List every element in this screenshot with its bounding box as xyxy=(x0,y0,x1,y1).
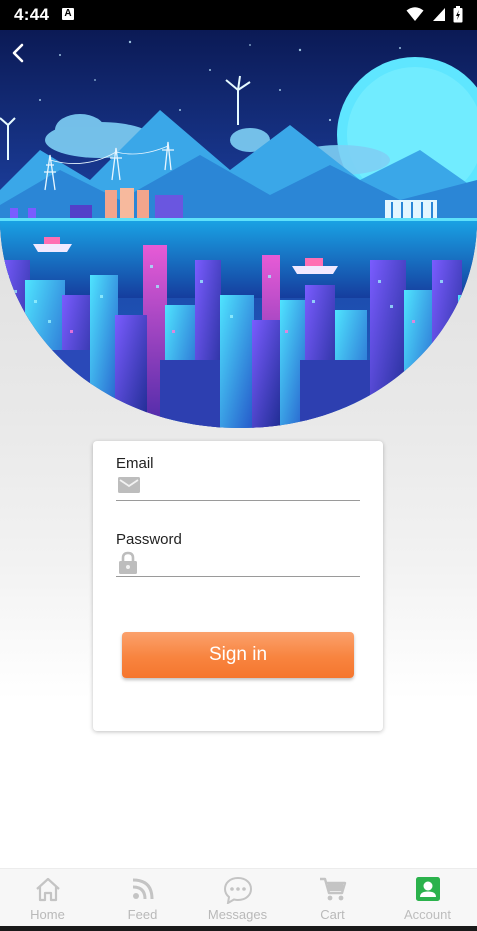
nav-label-account: Account xyxy=(404,907,451,922)
wifi-icon xyxy=(406,7,424,21)
city-illustration xyxy=(0,30,477,428)
chat-icon xyxy=(223,876,252,904)
password-field[interactable] xyxy=(116,549,360,577)
lock-icon xyxy=(119,551,137,574)
notification-icon: A xyxy=(62,8,74,20)
battery-icon xyxy=(453,6,463,23)
nav-label-cart: Cart xyxy=(320,907,345,922)
status-bar: 4:44 A xyxy=(0,0,477,30)
nav-item-account[interactable]: Account xyxy=(380,869,475,927)
nav-label-messages: Messages xyxy=(207,907,268,922)
email-field[interactable] xyxy=(116,473,360,501)
status-time: 4:44 xyxy=(14,5,50,24)
back-button[interactable] xyxy=(4,38,34,68)
account-icon xyxy=(415,877,440,901)
rss-icon xyxy=(132,878,153,900)
hero-illustration xyxy=(0,30,477,430)
nav-item-home[interactable]: Home xyxy=(0,869,95,927)
login-card: Email Password Sign in xyxy=(93,441,383,731)
mail-icon xyxy=(118,477,140,493)
nav-label-feed: Feed xyxy=(127,907,158,922)
home-icon xyxy=(35,877,60,902)
password-label: Password xyxy=(116,531,182,548)
nav-item-cart[interactable]: Cart xyxy=(285,869,380,927)
email-label: Email xyxy=(116,455,154,472)
cart-icon xyxy=(319,877,346,901)
nav-item-messages[interactable]: Messages xyxy=(190,869,285,927)
status-icons xyxy=(403,6,463,24)
nav-item-feed[interactable]: Feed xyxy=(95,869,190,927)
nav-label-home: Home xyxy=(30,907,65,922)
system-nav-edge xyxy=(0,926,477,931)
bottom-navigation: Home Feed Messages Cart Account xyxy=(0,868,477,926)
email-input[interactable] xyxy=(146,475,356,499)
password-input[interactable] xyxy=(146,551,356,575)
signal-icon xyxy=(432,8,445,21)
sign-in-button[interactable]: Sign in xyxy=(122,632,354,678)
